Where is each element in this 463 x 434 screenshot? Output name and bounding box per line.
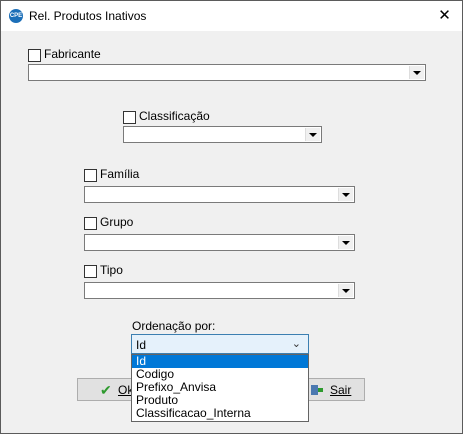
ordenacao-label: Ordenação por: bbox=[132, 319, 216, 333]
familia-label: Família bbox=[100, 167, 140, 181]
ordenacao-dropdown-list: Id Codigo Prefixo_Anvisa Produto Classif… bbox=[131, 354, 309, 422]
ordenacao-select[interactable]: Id ⌄ bbox=[131, 334, 309, 354]
chevron-down-icon[interactable] bbox=[338, 188, 353, 201]
fabricante-select[interactable] bbox=[28, 64, 426, 81]
grupo-checkbox-row[interactable]: Grupo bbox=[84, 215, 164, 231]
fabricante-checkbox[interactable] bbox=[28, 49, 41, 62]
chevron-down-icon[interactable] bbox=[338, 284, 353, 297]
tipo-label: Tipo bbox=[100, 263, 123, 277]
tipo-checkbox-row[interactable]: Tipo bbox=[84, 263, 164, 279]
report-window: CPE Rel. Produtos Inativos ✕ Fabricante … bbox=[0, 0, 463, 434]
fabricante-checkbox-row[interactable]: Fabricante bbox=[28, 47, 128, 63]
ordenacao-selected-value: Id bbox=[136, 338, 147, 352]
sair-button-label: Sair bbox=[330, 383, 352, 397]
window-title: Rel. Produtos Inativos bbox=[29, 9, 147, 23]
title-bar: CPE Rel. Produtos Inativos ✕ bbox=[1, 1, 462, 31]
classificacao-select[interactable] bbox=[123, 126, 322, 143]
chevron-down-icon[interactable] bbox=[305, 128, 320, 141]
grupo-label: Grupo bbox=[100, 215, 134, 229]
chevron-down-icon[interactable]: ⌄ bbox=[292, 337, 301, 350]
fabricante-label: Fabricante bbox=[44, 47, 101, 61]
checkmark-icon: ✔ bbox=[100, 382, 112, 398]
grupo-checkbox[interactable] bbox=[84, 217, 97, 230]
familia-select[interactable] bbox=[84, 186, 355, 203]
familia-checkbox[interactable] bbox=[84, 169, 97, 182]
ordenacao-option-classificacao-interna[interactable]: Classificacao_Interna bbox=[132, 407, 308, 420]
exit-door-icon bbox=[310, 383, 324, 400]
tipo-checkbox[interactable] bbox=[84, 265, 97, 278]
classificacao-label: Classificação bbox=[139, 109, 210, 123]
familia-checkbox-row[interactable]: Família bbox=[84, 167, 164, 183]
close-button[interactable]: ✕ bbox=[427, 1, 462, 31]
chevron-down-icon[interactable] bbox=[409, 66, 424, 79]
tipo-select[interactable] bbox=[84, 282, 355, 299]
classificacao-checkbox[interactable] bbox=[123, 111, 136, 124]
grupo-select[interactable] bbox=[84, 234, 355, 251]
app-icon: CPE bbox=[9, 9, 23, 23]
classificacao-checkbox-row[interactable]: Classificação bbox=[123, 109, 223, 125]
chevron-down-icon[interactable] bbox=[338, 236, 353, 249]
